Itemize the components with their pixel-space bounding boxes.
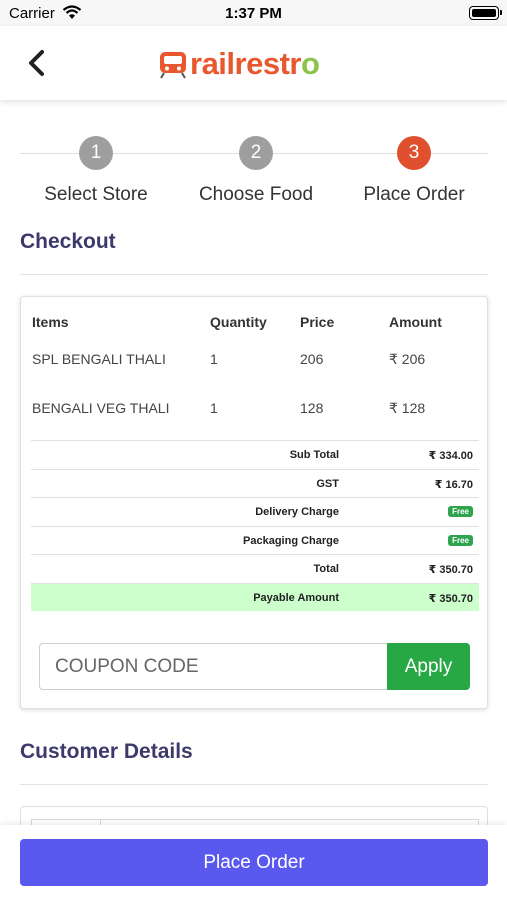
bottom-action-bar: Place Order xyxy=(0,825,507,900)
customer-details-title: Customer Details xyxy=(20,740,193,763)
payable-amount-row: Payable Amount ₹ 350.70 xyxy=(31,582,479,611)
order-progress-steps: 1 Select Store 2 Choose Food 3 Place Ord… xyxy=(20,132,488,212)
payable-amount-value: ₹ 350.70 xyxy=(428,592,473,605)
app-header: railrestro xyxy=(0,26,507,100)
step-choose-food: 2 Choose Food xyxy=(176,132,336,206)
chevron-left-icon xyxy=(29,50,44,76)
free-badge: Free xyxy=(448,534,473,546)
items-header: Items xyxy=(32,314,69,330)
item-amount: ₹ 128 xyxy=(389,400,426,416)
price-header: Price xyxy=(300,314,335,330)
step-place-order: 3 Place Order xyxy=(334,132,494,206)
train-logo-icon xyxy=(160,52,186,79)
free-badge: Free xyxy=(448,506,473,517)
step-number: 3 xyxy=(397,136,431,170)
place-order-button[interactable]: Place Order xyxy=(20,839,488,886)
gst-row: GST ₹ 16.70 xyxy=(31,468,479,498)
total-label: Total xyxy=(313,563,339,575)
price-summary: Sub Total ₹ 334.00 GST ₹ 16.70 Delivery … xyxy=(31,440,479,611)
packaging-charge-label: Packaging Charge xyxy=(243,534,339,547)
delivery-charge-row: Delivery Charge Free xyxy=(31,497,479,526)
clock: 1:37 PM xyxy=(225,5,282,22)
amount-header: Amount xyxy=(389,314,442,330)
quantity-header: Quantity xyxy=(210,314,267,330)
step-label: Choose Food xyxy=(198,184,314,205)
item-price: 206 xyxy=(300,351,324,367)
checkout-card: Items Quantity Price Amount SPL BENGALI … xyxy=(20,296,488,709)
item-name: BENGALI VEG THALI xyxy=(32,400,170,416)
step-label: Place Order xyxy=(363,184,465,205)
payable-amount-label: Payable Amount xyxy=(253,591,339,604)
packaging-charge-row: Packaging Charge Free xyxy=(31,525,479,555)
divider xyxy=(20,784,488,785)
apply-coupon-button[interactable]: Apply xyxy=(387,643,470,690)
item-qty: 1 xyxy=(210,351,218,367)
total-row: Total ₹ 350.70 xyxy=(31,554,479,583)
total-value: ₹ 350.70 xyxy=(428,564,473,576)
gst-value: ₹ 16.70 xyxy=(434,478,473,491)
item-name: SPL BENGALI THALI xyxy=(32,351,166,367)
sub-total-label: Sub Total xyxy=(289,449,339,461)
step-number: 1 xyxy=(79,136,113,170)
item-price: 128 xyxy=(300,400,324,416)
step-select-store: 1 Select Store xyxy=(16,132,176,206)
checkout-title: Checkout xyxy=(20,230,116,253)
divider xyxy=(20,274,488,275)
back-button[interactable] xyxy=(22,46,52,80)
battery-icon xyxy=(469,6,502,20)
step-label: Select Store xyxy=(44,184,148,205)
railrestro-logo: railrestro xyxy=(158,46,320,82)
item-qty: 1 xyxy=(210,400,218,416)
coupon-code-input[interactable] xyxy=(39,643,388,690)
delivery-charge-label: Delivery Charge xyxy=(255,506,339,518)
sub-total-row: Sub Total ₹ 334.00 xyxy=(31,440,479,469)
item-amount: ₹ 206 xyxy=(389,351,426,367)
sub-total-value: ₹ 334.00 xyxy=(428,450,473,462)
status-bar: Carrier 1:37 PM xyxy=(0,0,507,26)
step-number: 2 xyxy=(239,136,273,170)
logo-text: railrestro xyxy=(190,46,320,81)
gst-label: GST xyxy=(316,477,339,490)
